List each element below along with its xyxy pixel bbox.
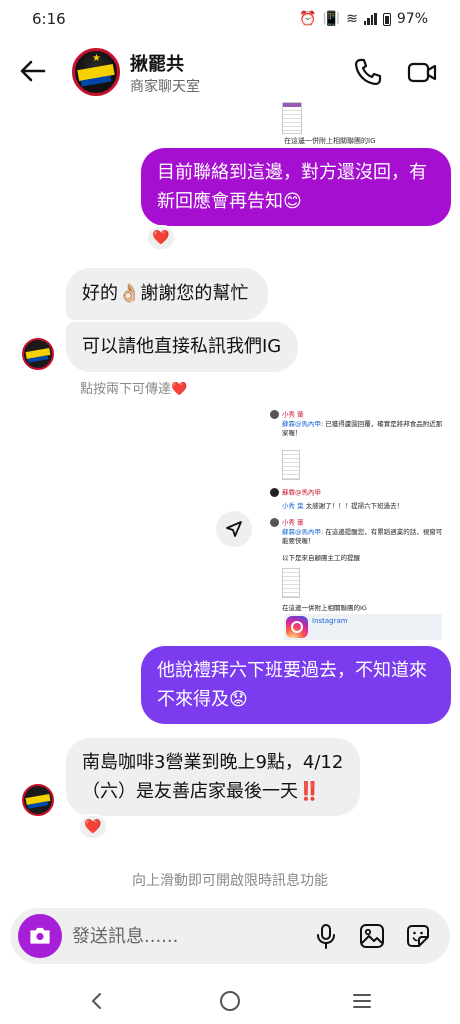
recents-icon xyxy=(353,994,371,1008)
camera-button[interactable] xyxy=(18,914,62,958)
send-arrow-icon xyxy=(226,521,242,537)
message-text: 南島咖啡3營業到晚上9點，4/12（六）是友善店家最後一天‼️ xyxy=(82,752,344,802)
outgoing-message[interactable]: 他說禮拜六下班要過去，不知道來不來得及😟 xyxy=(141,646,451,724)
back-arrow-icon[interactable] xyxy=(16,54,50,88)
signal-icon xyxy=(363,13,377,25)
battery-icon xyxy=(382,12,391,26)
instagram-logo-icon xyxy=(286,616,308,638)
camera-icon xyxy=(30,927,50,944)
mini-avatar xyxy=(270,410,279,419)
double-tap-hint: 點按兩下可傳達❤️ xyxy=(80,382,188,397)
shot-caption: 在這邊一併附上相關聯團的IG xyxy=(282,604,367,612)
shot-link: 小秀 葉 xyxy=(282,502,304,510)
status-time: 6:16 xyxy=(32,10,66,28)
system-nav-bar xyxy=(0,976,460,1024)
message-composer xyxy=(10,908,450,964)
avatar[interactable]: ★ xyxy=(72,48,120,96)
heart-icon: ❤️ xyxy=(152,230,170,246)
gallery-icon[interactable] xyxy=(358,922,386,950)
shot-name: 小秀 葉 xyxy=(282,518,304,527)
incoming-message[interactable]: 南島咖啡3營業到晚上9點，4/12（六）是友善店家最後一天‼️ xyxy=(66,738,360,816)
shot-thumbnail xyxy=(282,568,300,598)
logo-star-icon: ★ xyxy=(92,53,101,64)
chat-header: ★ 揪罷共 商家聊天室 xyxy=(0,40,460,102)
heart-reaction[interactable]: ❤️ xyxy=(78,814,108,840)
nav-home-button[interactable] xyxy=(215,986,245,1016)
incoming-message[interactable]: 可以請他直接私訊我們IG xyxy=(66,322,298,372)
microphone-icon[interactable] xyxy=(312,922,340,950)
heart-icon: ❤️ xyxy=(84,819,102,835)
shot-name: 小秀 葉 xyxy=(282,410,304,419)
battery-level: 97% xyxy=(396,11,428,27)
message-text: 他說禮拜六下班要過去，不知道來不來得及😟 xyxy=(157,660,427,710)
status-icons: ⏰ 📳 ≋ 97% xyxy=(299,11,428,27)
shot-thumbnail xyxy=(282,450,300,480)
shot-name: 蘇霖@馬內甲 xyxy=(282,488,321,497)
vanish-mode-hint: 向上滑動即可開啟限時訊息功能 xyxy=(132,873,328,889)
video-call-icon[interactable] xyxy=(406,56,438,88)
status-bar: 6:16 ⏰ 📳 ≋ 97% xyxy=(0,0,460,38)
shot-link: 蘇霖@馬內甲 xyxy=(282,420,321,428)
nav-recents-button[interactable] xyxy=(347,986,377,1016)
vibrate-icon: 📳 xyxy=(322,11,341,27)
home-circle-icon xyxy=(220,991,240,1011)
shot-text: 太感謝了！！！提掃六下班過去！ xyxy=(303,502,404,510)
instagram-link-card: Instagram xyxy=(284,614,442,640)
chat-title[interactable]: 揪罷共 xyxy=(130,50,184,76)
mini-avatar xyxy=(270,488,279,497)
chat-subtitle: 商家聊天室 xyxy=(130,79,200,95)
shared-screenshot[interactable]: 小秀 葉 蘇霖@馬內甲: 已獲得蘆園回覆，確實是將邦食品附近那家喔！ 蘇霖@馬內… xyxy=(266,406,452,642)
shared-screenshot-thumbnail[interactable] xyxy=(282,102,302,134)
wifi-icon: ≋ xyxy=(346,11,358,27)
shot-link: 蘇霖@馬內甲 xyxy=(282,528,321,536)
sticker-icon[interactable] xyxy=(404,922,432,950)
share-button[interactable] xyxy=(216,511,252,547)
chevron-left-icon xyxy=(92,993,101,1009)
message-text: 可以請他直接私訊我們IG xyxy=(82,336,282,357)
message-input[interactable] xyxy=(72,920,252,952)
sender-avatar[interactable] xyxy=(22,784,54,816)
shared-screenshot-caption: 在這邊一併附上相關聯團的IG xyxy=(284,137,376,145)
message-text: 目前聯絡到這邊，對方還沒回，有新回應會再告知😊 xyxy=(157,162,427,212)
outgoing-message[interactable]: 目前聯絡到這邊，對方還沒回，有新回應會再告知😊 xyxy=(141,148,451,226)
instagram-label: Instagram xyxy=(312,617,348,625)
phone-call-icon[interactable] xyxy=(352,56,384,88)
nav-back-button[interactable] xyxy=(82,986,112,1016)
mini-avatar xyxy=(270,518,279,527)
alarm-icon: ⏰ xyxy=(299,11,317,27)
incoming-message[interactable]: 好的👌🏼謝謝您的幫忙 xyxy=(66,268,268,320)
sender-avatar[interactable] xyxy=(22,338,54,370)
shot-text: 以下是來自顧團主工的提醒 xyxy=(282,554,360,562)
message-text: 好的👌🏼謝謝您的幫忙 xyxy=(82,283,249,304)
heart-reaction[interactable]: ❤️ xyxy=(146,225,176,251)
